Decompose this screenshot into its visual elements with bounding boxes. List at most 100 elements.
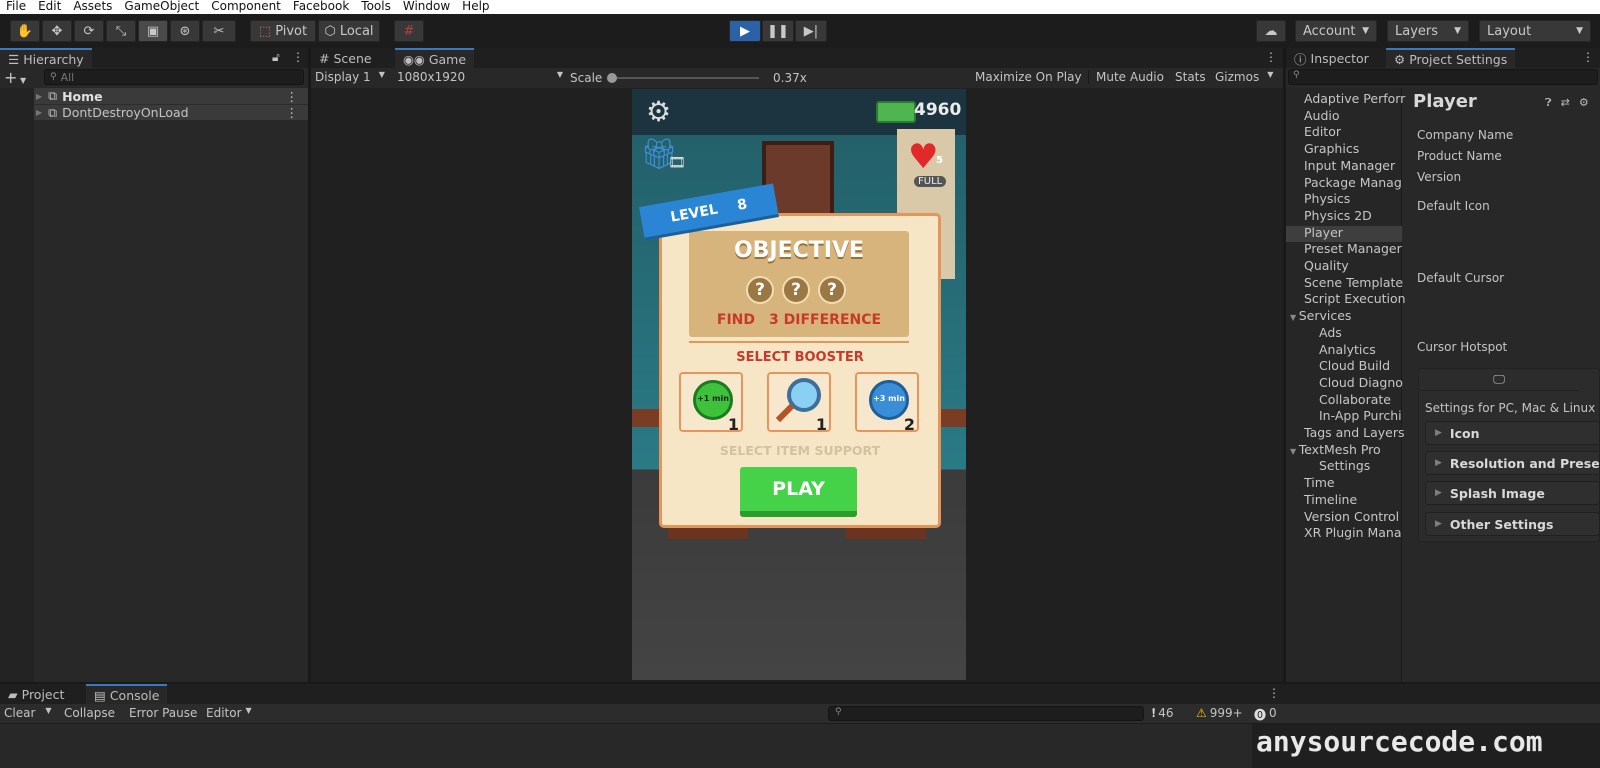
tab-project-settings[interactable]: ⚙ Project Settings [1386,48,1516,68]
sidebar-item[interactable]: Audio [1304,108,1340,123]
tab-scene[interactable]: # Scene [311,48,380,68]
grid-snap-icon[interactable]: # [394,20,424,42]
sidebar-item[interactable]: Package Manag [1304,175,1402,190]
pause-button[interactable]: ❚❚ [762,20,794,42]
more-menu-icon[interactable]: ⋮ [286,89,299,104]
editor-dropdown[interactable]: Editor ▼ [206,706,252,720]
sidebar-item[interactable]: Scene Template [1304,275,1403,290]
console-search[interactable]: ⚲ [828,706,1144,721]
more-menu-icon[interactable]: ⋮ [1268,686,1280,700]
sidebar-item[interactable]: Timeline [1304,492,1357,507]
add-object-button[interactable]: + ▼ [4,68,40,87]
sidebar-item[interactable]: Player [1304,225,1343,240]
hierarchy-search-input[interactable] [60,70,281,84]
foldout-resolution-section[interactable]: ▶ Resolution and Presentation [1425,451,1600,475]
cloud-icon[interactable]: ☁ [1256,20,1286,42]
error-toggle[interactable]: ⓿ 0 [1254,706,1277,723]
warning-toggle[interactable]: ⚠ 999+ [1196,706,1243,720]
sidebar-item[interactable]: In-App Purchi [1319,408,1402,423]
transform-tool-icon[interactable]: ⊛ [170,20,200,42]
booster-slot[interactable]: +1 min 1 [679,372,743,434]
sidebar-item[interactable]: ▼ Services [1290,308,1351,323]
menu-facebook[interactable]: Facebook [287,0,355,14]
hierarchy-item[interactable]: ▶ ⧉ DontDestroyOnLoad ⋮ [34,104,308,120]
gear-icon[interactable]: ⚙ [646,95,671,128]
custom-tool-icon[interactable]: ✂ [202,20,236,42]
foldout-other-section[interactable]: ▶ Other Settings [1425,512,1600,536]
booster-slot[interactable]: 1 [767,372,831,434]
booster-slot[interactable]: +3 min 2 [855,372,919,434]
display-dropdown[interactable]: Display 1 ▼ [315,70,385,84]
preset-icon[interactable]: ⇄ [1561,96,1570,110]
sidebar-item[interactable]: Script Execution [1304,291,1406,306]
play-game-button[interactable]: PLAY [740,467,857,517]
sidebar-item[interactable]: Version Control [1304,509,1399,524]
hierarchy-item[interactable]: ▶ ⧉ Home ⋮ [34,88,308,104]
menu-component[interactable]: Component [205,0,287,14]
account-dropdown[interactable]: Account ▼ [1295,20,1377,42]
mute-audio-button[interactable]: Mute Audio [1096,70,1164,84]
scale-slider[interactable] [607,73,759,83]
hierarchy-search[interactable]: ⚲ [44,69,304,85]
menu-edit[interactable]: Edit [32,0,67,14]
layers-dropdown[interactable]: Layers ▼ [1387,20,1469,42]
menu-gameobject[interactable]: GameObject [118,0,205,14]
sidebar-item[interactable]: Physics 2D [1304,208,1372,223]
sidebar-item[interactable]: Tags and Layers [1304,425,1405,440]
more-menu-icon[interactable]: ⋮ [1265,50,1277,64]
tab-project[interactable]: ▰ Project [0,684,72,704]
local-toggle[interactable]: ⬡ Local [318,20,380,42]
rect-tool-icon[interactable]: ▣ [138,20,168,42]
lock-icon[interactable]: 🔓︎ [272,50,280,65]
sidebar-item[interactable]: Time [1304,475,1335,490]
menu-assets[interactable]: Assets [67,0,118,14]
resolution-dropdown[interactable]: 1080x1920 ▼ [397,70,563,84]
menu-help[interactable]: Help [456,0,495,14]
pivot-toggle[interactable]: ⬚ Pivot [250,20,316,42]
more-menu-icon[interactable]: ⋮ [292,50,304,64]
sidebar-item[interactable]: Editor [1304,124,1341,139]
tab-inspector[interactable]: ⓘ Inspector [1286,48,1377,68]
sidebar-item[interactable]: Physics [1304,191,1350,206]
sidebar-item[interactable]: Settings [1319,458,1370,473]
sidebar-item[interactable]: ▼ TextMesh Pro [1290,442,1381,457]
sidebar-item[interactable]: Collaborate [1319,392,1391,407]
move-tool-icon[interactable]: ✥ [42,20,72,42]
foldout-icon-section[interactable]: ▶ Icon [1425,421,1600,445]
sidebar-item[interactable]: Input Manager [1304,158,1395,173]
stats-button[interactable]: Stats [1175,70,1206,84]
tab-game[interactable]: ◉◉ Game [395,48,475,68]
error-pause-button[interactable]: Error Pause [129,706,197,720]
tab-pc-platform[interactable]: 🖵︎ [1419,369,1579,391]
tab-console[interactable]: ▤ Console [86,684,168,704]
rotate-tool-icon[interactable]: ⟳ [74,20,104,42]
settings-search[interactable]: ⚲ [1288,69,1598,85]
sidebar-item[interactable]: Cloud Build [1319,358,1390,373]
layout-dropdown[interactable]: Layout ▼ [1479,20,1591,42]
help-icon[interactable]: ❓︎ [1545,96,1552,110]
sidebar-item[interactable]: Cloud Diagno [1319,375,1403,390]
sidebar-item[interactable]: Quality [1304,258,1349,273]
scale-tool-icon[interactable]: ⤡ [106,20,136,42]
clear-dropdown[interactable]: Clear ▼ [4,706,52,720]
info-toggle[interactable]: ❗︎ 46 [1152,706,1174,721]
sidebar-item[interactable]: XR Plugin Mana [1304,525,1402,540]
sidebar-item[interactable]: Graphics [1304,141,1359,156]
gizmos-dropdown[interactable]: Gizmos ▼ [1215,70,1273,84]
foldout-splash-section[interactable]: ▶ Splash Image [1425,481,1600,505]
collapse-button[interactable]: Collapse [64,706,115,720]
tab-hierarchy[interactable]: ☰ Hierarchy [0,48,92,68]
step-button[interactable]: ▶| [795,20,827,42]
sidebar-item[interactable]: Preset Manager [1304,241,1402,256]
sidebar-item[interactable]: Analytics [1319,342,1376,357]
settings-gear-icon[interactable]: ⚙ [1579,96,1589,110]
play-button[interactable]: ▶ [729,20,761,42]
sidebar-item[interactable]: Ads [1319,325,1342,340]
scale-slider-handle[interactable] [607,73,617,83]
menu-file[interactable]: File [0,0,32,14]
more-menu-icon[interactable]: ⋮ [286,105,299,120]
maximize-on-play-button[interactable]: Maximize On Play [975,70,1089,84]
hand-tool-icon[interactable]: ✋ [10,20,40,42]
menu-window[interactable]: Window [397,0,456,14]
menu-tools[interactable]: Tools [355,0,397,14]
